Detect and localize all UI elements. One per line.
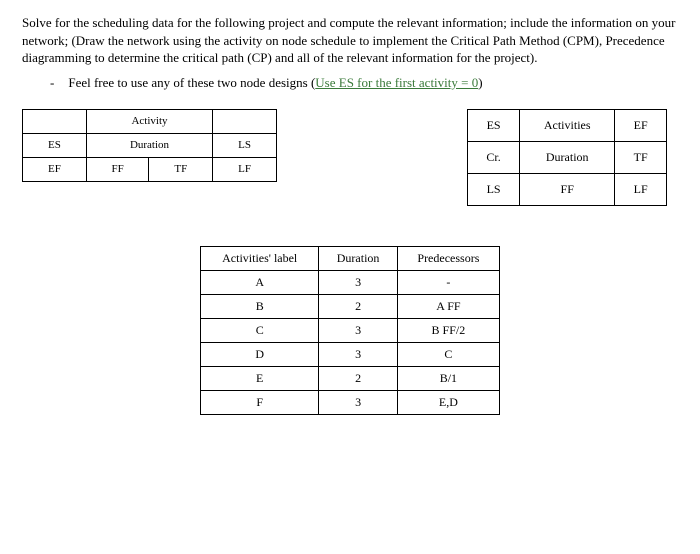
nodeA-tf: TF [149,157,213,181]
cell-pred: B FF/2 [397,318,499,342]
table-row: D 3 C [201,342,500,366]
nodeB-lf: LF [615,173,667,205]
cell-duration: 3 [319,318,397,342]
bullet-dash: - [50,75,54,91]
nodeB-activities: Activities [520,109,615,141]
nodeB-ef: EF [615,109,667,141]
cell-duration: 2 [319,294,397,318]
nodeA-lf: LF [213,157,277,181]
nodeB-ls: LS [468,173,520,205]
cell-label: B [201,294,319,318]
nodeB-ff: FF [520,173,615,205]
cell-pred: - [397,270,499,294]
cell-duration: 2 [319,366,397,390]
bullet-prefix: Feel free to use any of these two node d… [68,75,315,90]
cell-label: A [201,270,319,294]
bullet-line: - Feel free to use any of these two node… [50,75,678,91]
nodeA-ff: FF [86,157,149,181]
cell-pred: B/1 [397,366,499,390]
nodeA-duration: Duration [86,133,212,157]
nodeA-blank2 [213,109,277,133]
nodeB-tf: TF [615,141,667,173]
cell-pred: E,D [397,390,499,414]
nodeB-cr: Cr. [468,141,520,173]
table-row: C 3 B FF/2 [201,318,500,342]
hdr-label: Activities' label [201,246,319,270]
intro-paragraph: Solve for the scheduling data for the fo… [22,14,678,67]
cell-label: E [201,366,319,390]
nodeA-ls: LS [213,133,277,157]
table-row: B 2 A FF [201,294,500,318]
nodeA-es: ES [23,133,87,157]
node-design-a: Activity ES Duration LS EF FF TF LF [22,109,277,182]
nodeA-activity: Activity [86,109,212,133]
cell-pred: A FF [397,294,499,318]
bullet-text: Feel free to use any of these two node d… [68,75,482,91]
cell-label: D [201,342,319,366]
node-design-b: ES Activities EF Cr. Duration TF LS FF L… [467,109,667,206]
nodeB-duration: Duration [520,141,615,173]
table-row: E 2 B/1 [201,366,500,390]
hdr-duration: Duration [319,246,397,270]
cell-duration: 3 [319,390,397,414]
cell-label: C [201,318,319,342]
table-row: A 3 - [201,270,500,294]
node-designs-row: Activity ES Duration LS EF FF TF LF ES A… [22,109,678,206]
nodeA-blank1 [23,109,87,133]
bullet-suffix: ) [478,75,482,90]
table-row: F 3 E,D [201,390,500,414]
cell-pred: C [397,342,499,366]
cell-label: F [201,390,319,414]
bullet-green: Use ES for the first activity = 0 [315,75,478,90]
activities-table: Activities' label Duration Predecessors … [200,246,500,415]
cell-duration: 3 [319,270,397,294]
hdr-pred: Predecessors [397,246,499,270]
activities-table-wrap: Activities' label Duration Predecessors … [22,246,678,415]
nodeA-ef: EF [23,157,87,181]
cell-duration: 3 [319,342,397,366]
nodeB-es: ES [468,109,520,141]
